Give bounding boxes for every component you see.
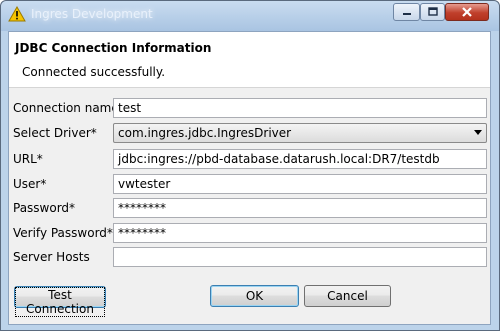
close-button[interactable]: [445, 3, 489, 21]
server-hosts-row: Server Hosts: [13, 247, 487, 267]
url-input[interactable]: jdbc:ingres://pbd-database.datarush.loca…: [113, 149, 487, 169]
driver-select[interactable]: com.ingres.jdbc.IngresDriver: [113, 123, 487, 143]
password-label: Password*: [13, 201, 76, 215]
verify-password-label: Verify Password*: [13, 226, 113, 240]
dialog-window: Ingres Development JDBC Connection Infor…: [0, 0, 500, 331]
chevron-down-icon: [474, 130, 482, 135]
maximize-button[interactable]: [420, 3, 445, 21]
dialog-header: JDBC Connection Information Connected su…: [9, 32, 490, 88]
user-input[interactable]: vwtester: [113, 174, 487, 194]
test-connection-label: Test Connection: [15, 287, 105, 317]
ok-button[interactable]: OK: [210, 285, 299, 307]
password-row: Password* ********: [13, 198, 487, 218]
url-row: URL* jdbc:ingres://pbd-database.datarush…: [13, 149, 487, 169]
user-row: User* vwtester: [13, 174, 487, 194]
driver-selected-value: com.ingres.jdbc.IngresDriver: [118, 126, 292, 140]
dialog-body: JDBC Connection Information Connected su…: [8, 31, 491, 325]
warning-icon: [8, 6, 26, 22]
driver-row: Select Driver* com.ingres.jdbc.IngresDri…: [13, 123, 487, 143]
minimize-button[interactable]: [393, 3, 420, 21]
window-title: Ingres Development: [31, 7, 153, 21]
verify-password-row: Verify Password* ********: [13, 223, 487, 243]
server-hosts-input[interactable]: [113, 247, 487, 267]
status-message: Connected successfully.: [22, 65, 166, 79]
minimize-icon: [402, 13, 411, 15]
connection-name-input[interactable]: test: [113, 98, 487, 118]
server-hosts-label: Server Hosts: [13, 250, 90, 264]
cancel-label: Cancel: [327, 289, 368, 303]
driver-label: Select Driver*: [13, 126, 97, 140]
test-connection-button[interactable]: Test Connection: [14, 286, 106, 317]
user-label: User*: [13, 177, 47, 191]
cancel-button[interactable]: Cancel: [304, 285, 391, 307]
url-label: URL*: [13, 152, 43, 166]
password-input[interactable]: ********: [113, 198, 487, 218]
dialog-heading: JDBC Connection Information: [15, 41, 212, 55]
maximize-icon: [427, 7, 438, 16]
verify-password-input[interactable]: ********: [113, 223, 487, 243]
ok-label: OK: [245, 289, 264, 303]
title-bar[interactable]: Ingres Development: [1, 1, 499, 31]
connection-name-row: Connection name test: [13, 98, 487, 118]
close-icon: [462, 7, 472, 17]
connection-name-label: Connection name: [13, 101, 119, 115]
